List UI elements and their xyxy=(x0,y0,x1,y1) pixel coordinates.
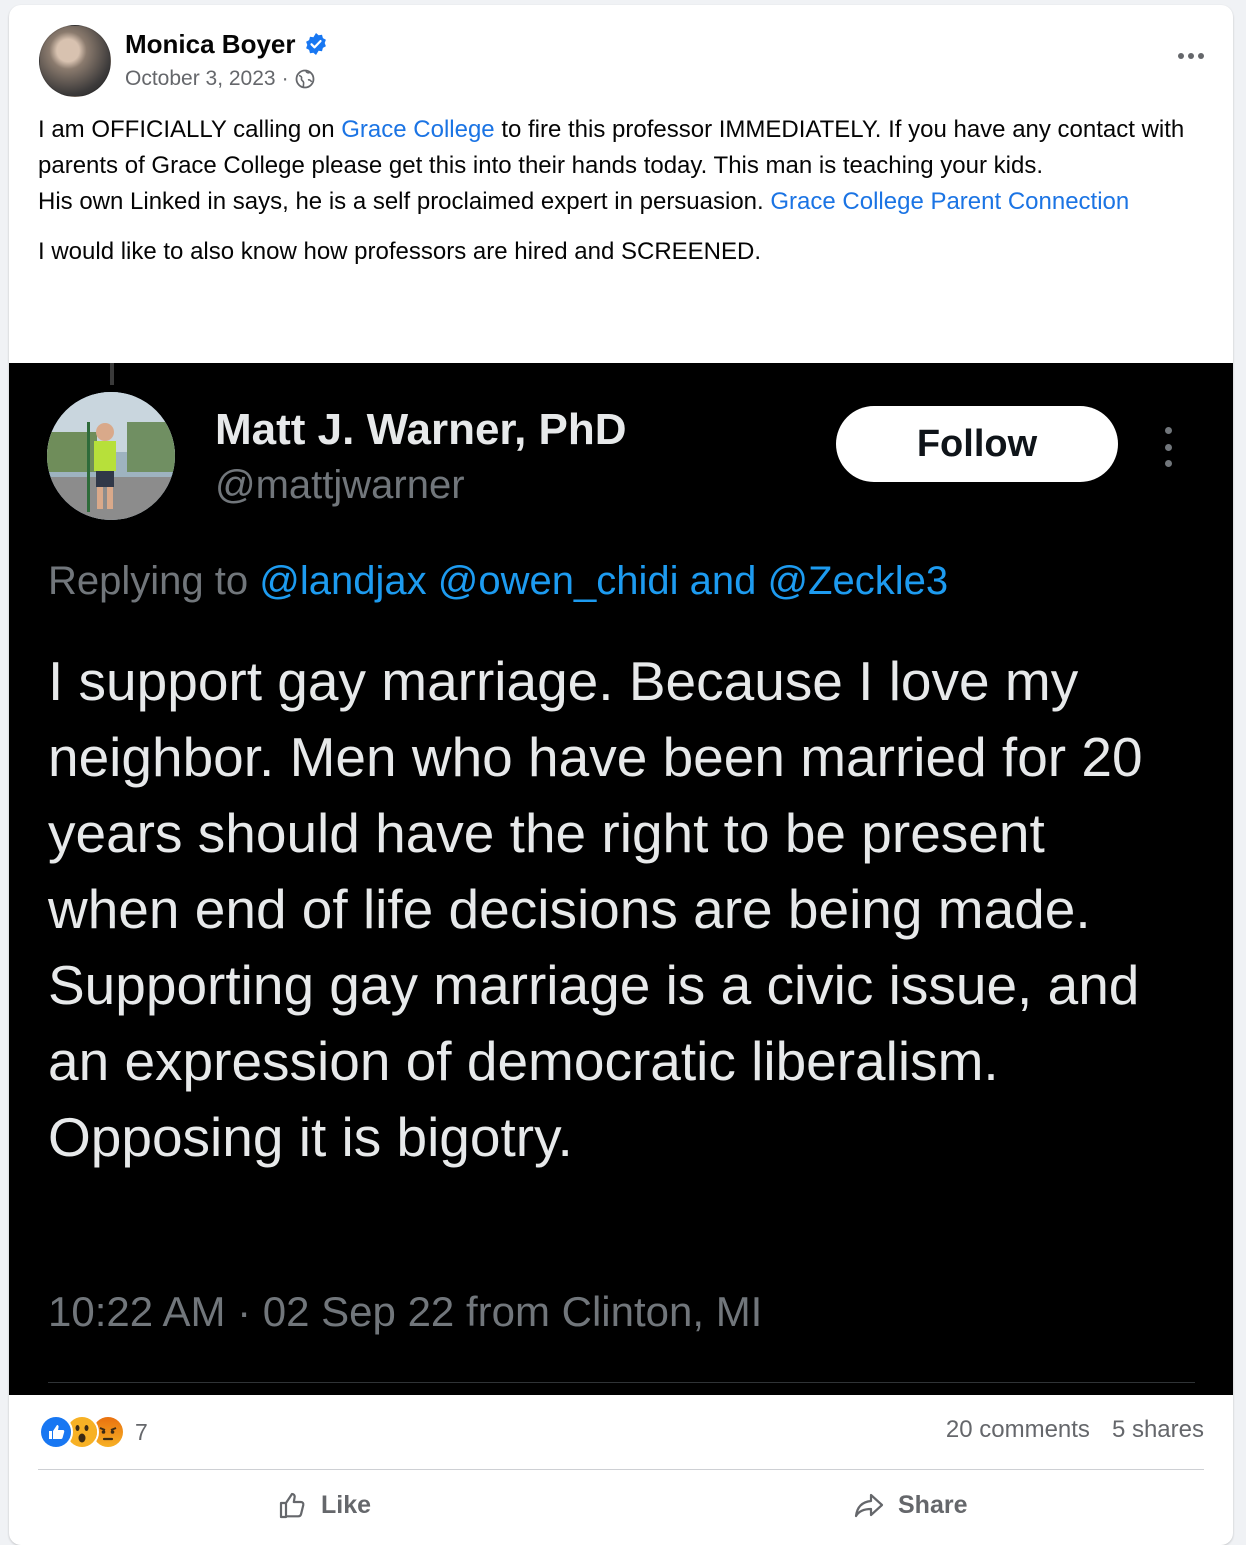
mention-zeckle3: @Zeckle3 xyxy=(767,559,949,603)
embedded-tweet-image[interactable]: Matt J. Warner, PhD @mattjwarner Follow … xyxy=(9,363,1233,1395)
shares-count[interactable]: 5 shares xyxy=(1112,1416,1204,1444)
author-name[interactable]: Monica Boyer xyxy=(125,29,296,60)
share-button[interactable]: Share xyxy=(852,1483,967,1527)
mention-owen-chidi: @owen_chidi xyxy=(437,559,679,603)
tweet-avatar-photo xyxy=(47,392,175,520)
tweet-replying-to: Replying to @landjax @owen_chidi and @Ze… xyxy=(48,559,949,603)
actions-divider xyxy=(38,1469,1204,1470)
tweet-author-name: Matt J. Warner, PhD xyxy=(215,405,627,454)
post-paragraph-2: His own Linked in says, he is a self pro… xyxy=(38,188,1130,215)
tweet-timestamp: 10:22 AM · 02 Sep 22 from Clinton, MI xyxy=(48,1288,763,1335)
post-date[interactable]: October 3, 2023 xyxy=(125,67,276,91)
reaction-count: 7 xyxy=(135,1418,148,1445)
post-stats: 20 comments 5 shares xyxy=(946,1416,1204,1444)
tweet-body: I support gay marriage. Because I love m… xyxy=(48,650,1143,1168)
post-paragraph-1: I am OFFICIALLY calling on Grace College… xyxy=(38,116,1185,179)
like-button[interactable]: Like xyxy=(275,1483,371,1527)
author-row: Monica Boyer xyxy=(125,27,328,61)
mention-landjax: @landjax xyxy=(259,559,427,603)
globe-icon xyxy=(295,69,315,89)
like-reaction-icon xyxy=(39,1415,73,1449)
post-card: Monica Boyer October 3, 2023 · I am OFFI… xyxy=(9,5,1233,1545)
dot xyxy=(1198,53,1204,59)
dot xyxy=(1164,443,1172,451)
comments-count[interactable]: 20 comments xyxy=(946,1416,1090,1444)
post-text: I am OFFICIALLY calling on Grace College… xyxy=(38,112,1218,270)
grace-college-parent-connection-link[interactable]: Grace College Parent Connection xyxy=(770,188,1129,215)
dot xyxy=(1164,427,1172,434)
thread-line xyxy=(110,363,114,385)
meta-separator: · xyxy=(281,67,289,90)
dot xyxy=(1178,53,1184,59)
post-paragraph-3: I would like to also know how professors… xyxy=(38,238,761,265)
tweet-author-handle: @mattjwarner xyxy=(215,463,465,507)
reactions-summary[interactable]: 7 xyxy=(39,1415,148,1449)
tweet-avatar xyxy=(47,392,175,520)
thumbs-up-icon xyxy=(279,1492,305,1519)
tweet-follow-button: Follow xyxy=(836,406,1118,482)
tweet-divider xyxy=(48,1382,1195,1383)
dot xyxy=(1164,460,1172,467)
post-options-button[interactable] xyxy=(1171,41,1211,71)
grace-college-link[interactable]: Grace College xyxy=(341,116,494,143)
tweet-more-icon xyxy=(1161,427,1175,467)
verified-badge-icon xyxy=(305,33,326,55)
post-meta: October 3, 2023 · xyxy=(125,67,315,91)
author-avatar[interactable] xyxy=(39,25,111,97)
dot xyxy=(1188,53,1194,59)
share-label: Share xyxy=(898,1490,968,1519)
mention-and: and xyxy=(678,559,768,603)
share-arrow-icon xyxy=(854,1493,884,1518)
like-label: Like xyxy=(321,1490,372,1519)
